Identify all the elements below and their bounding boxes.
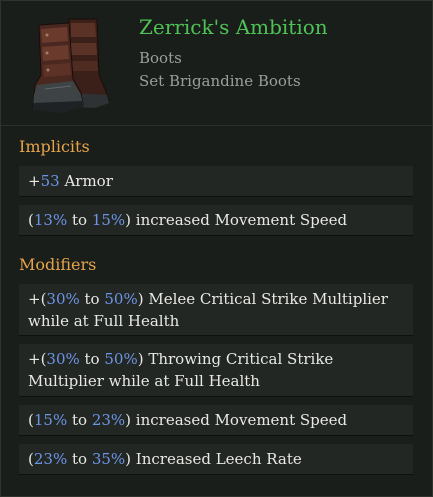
mod-range-sep: to xyxy=(79,289,105,308)
modifier-row: +(30% to 50%) Melee Critical Strike Mult… xyxy=(19,284,413,336)
mod-text: increased Movement Speed xyxy=(131,211,348,229)
mod-max: 35% xyxy=(91,450,126,468)
mod-range-sep: to xyxy=(79,350,105,368)
header-divider xyxy=(1,125,432,126)
item-base-type: Set Brigandine Boots xyxy=(139,72,301,90)
mod-range-sep: to xyxy=(67,411,92,429)
implicit-row: (13% to 15%) increased Movement Speed xyxy=(19,205,413,236)
item-tooltip: Zerrick's Ambition Boots Set Brigandine … xyxy=(0,0,433,497)
mod-range-sep: to xyxy=(67,450,92,468)
leather-boots-icon xyxy=(32,18,110,113)
mod-min: 30% xyxy=(46,289,80,308)
modifier-row: (23% to 35%) Increased Leech Rate xyxy=(19,444,413,475)
mod-text: Armor xyxy=(59,172,113,190)
mod-range-sep: to xyxy=(67,211,92,229)
mod-max: 23% xyxy=(91,411,126,429)
mod-max: 15% xyxy=(91,211,126,229)
mod-open: +( xyxy=(28,350,47,368)
item-name: Zerrick's Ambition xyxy=(139,15,328,39)
mod-value: 53 xyxy=(40,172,60,190)
item-header: Zerrick's Ambition Boots Set Brigandine … xyxy=(1,1,432,126)
modifier-row: (15% to 23%) increased Movement Speed xyxy=(19,405,413,436)
item-type: Boots xyxy=(139,49,182,67)
mod-min: 15% xyxy=(33,411,68,429)
mod-open: +( xyxy=(28,289,47,308)
mod-prefix: + xyxy=(28,172,41,190)
mod-min: 30% xyxy=(46,350,80,368)
implicit-row: +53 Armor xyxy=(19,166,413,197)
mod-max: 50% xyxy=(104,350,138,368)
mod-text: Increased Leech Rate xyxy=(131,450,302,468)
mod-min: 23% xyxy=(33,450,68,468)
mod-min: 13% xyxy=(33,211,68,229)
modifiers-heading: Modifiers xyxy=(19,255,97,274)
mod-max: 50% xyxy=(104,289,138,308)
mod-text: increased Movement Speed xyxy=(131,411,348,429)
implicits-heading: Implicits xyxy=(19,137,90,156)
modifier-row: +(30% to 50%) Throwing Critical Strike M… xyxy=(19,344,413,397)
